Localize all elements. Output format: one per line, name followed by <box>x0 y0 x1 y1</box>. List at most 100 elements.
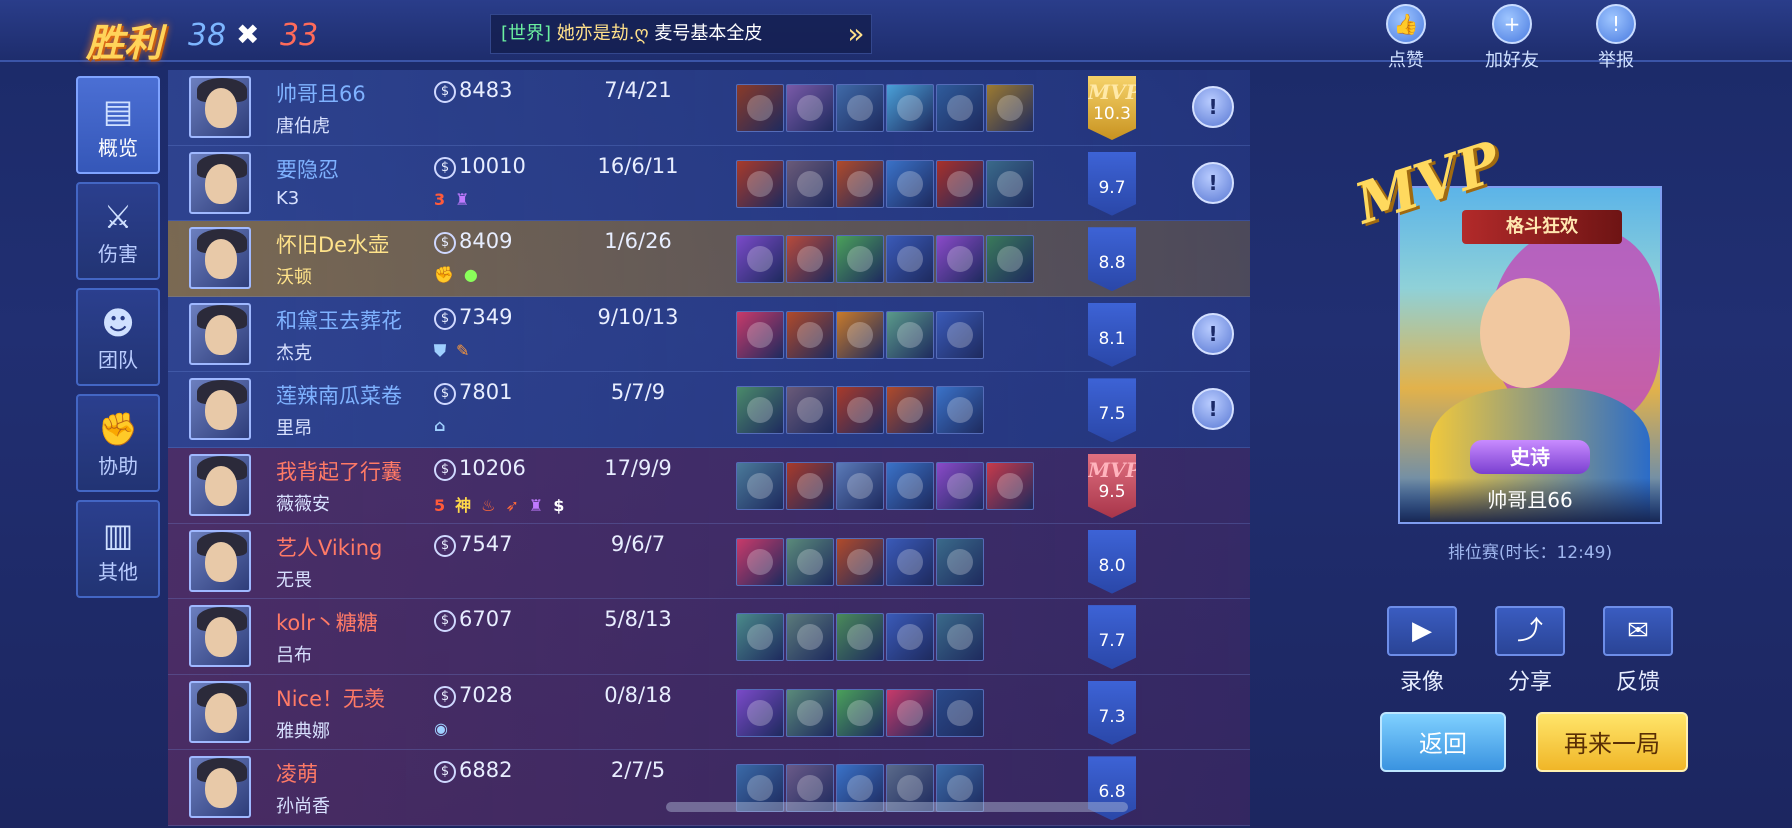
equipment-icon[interactable] <box>736 613 784 662</box>
player-row[interactable]: 要隐忍 K3 $10010 16/6/11 3 ♜ 9.7! <box>168 145 1250 222</box>
hero-avatar[interactable] <box>189 453 251 516</box>
hero-avatar[interactable] <box>189 378 251 441</box>
equipment-icon[interactable] <box>886 461 934 510</box>
like-button[interactable]: 👍 点赞 <box>1366 4 1446 72</box>
kda: 16/6/11 <box>597 153 679 178</box>
equipment-icon[interactable] <box>986 461 1034 510</box>
equipment-icon[interactable] <box>736 235 784 284</box>
equipment-icon[interactable] <box>836 159 884 208</box>
hero-avatar[interactable] <box>189 680 251 743</box>
chevron-right-icon[interactable]: » <box>840 14 872 54</box>
player-row[interactable]: 莲辣南瓜菜卷 里昂 $7801 5/7/9 ⌂ 7.5! <box>168 372 1250 448</box>
hero-avatar[interactable] <box>189 529 251 592</box>
gold-value: 10206 <box>459 455 526 480</box>
rating-badge: MVP 9.5 <box>1088 453 1136 518</box>
tab-team[interactable]: ☻ 团队 <box>76 288 160 386</box>
equipment-icon[interactable] <box>736 84 784 132</box>
equipment-icon[interactable] <box>936 386 984 435</box>
equipment-icon[interactable] <box>986 84 1034 132</box>
player-row[interactable]: 帅哥且66 唐伯虎 $8483 7/4/21 MVP 10.3! <box>168 70 1250 146</box>
hero-avatar[interactable] <box>189 756 251 819</box>
equipment-icon[interactable] <box>886 235 934 284</box>
share-button[interactable]: ⤴ 分享 <box>1494 606 1566 696</box>
equipment-icon[interactable] <box>936 537 984 586</box>
hero-avatar[interactable] <box>189 151 251 214</box>
equipment-icon[interactable] <box>936 235 984 284</box>
kda: 5/7/9 <box>610 380 666 405</box>
equipment-icon[interactable] <box>836 688 884 737</box>
hero-avatar[interactable] <box>189 227 251 290</box>
player-row[interactable]: 和黛玉去葬花 杰克 $7349 9/10/13 ⛊ ✎ 8.1! <box>168 296 1250 373</box>
equipment-icon[interactable] <box>886 159 934 208</box>
equipment-icon[interactable] <box>886 84 934 132</box>
player-row[interactable]: 艺人Viking 无畏 $7547 9/6/7 8.0 <box>168 523 1250 600</box>
equipment-icon[interactable] <box>836 84 884 132</box>
equipment-icon[interactable] <box>836 310 884 359</box>
equipment-icon[interactable] <box>936 310 984 359</box>
equipment-icon[interactable] <box>786 613 834 662</box>
warning-icon[interactable]: ! <box>1192 161 1234 204</box>
warning-icon[interactable]: ! <box>1192 388 1234 431</box>
tab-damage[interactable]: ⚔ 伤害 <box>76 182 160 280</box>
crossed-swords-icon: ✖ <box>236 18 260 51</box>
warning-icon[interactable]: ! <box>1192 86 1234 128</box>
feedback-button[interactable]: ✉ 反馈 <box>1602 606 1674 696</box>
equipment-icon[interactable] <box>736 537 784 586</box>
equipment-icon[interactable] <box>786 386 834 435</box>
equipment-icon[interactable] <box>736 688 784 737</box>
tab-assist[interactable]: ✊ 协助 <box>76 394 160 492</box>
gold-amount: $6882 <box>434 758 512 784</box>
mvp-hero-card[interactable]: 格斗狂欢 史诗 帅哥且66 <box>1398 186 1662 524</box>
player-name: 要隐忍 <box>276 157 339 182</box>
equipment-icon[interactable] <box>786 235 834 284</box>
equipment-icon[interactable] <box>836 537 884 586</box>
equipment-list <box>736 310 984 359</box>
equipment-icon[interactable] <box>936 461 984 510</box>
equipment-icon[interactable] <box>986 159 1034 208</box>
equipment-icon[interactable] <box>986 235 1034 284</box>
equipment-icon[interactable] <box>786 688 834 737</box>
equipment-icon[interactable] <box>836 235 884 284</box>
equipment-icon[interactable] <box>736 159 784 208</box>
hero-avatar[interactable] <box>189 76 251 138</box>
equipment-icon[interactable] <box>836 461 884 510</box>
player-row[interactable]: 我背起了行囊 薇薇安 $10206 17/9/9 5 神 ♨ ➶ ♜ $ MVP 9.5 <box>168 447 1250 524</box>
equipment-icon[interactable] <box>836 613 884 662</box>
equipment-icon[interactable] <box>886 386 934 435</box>
equipment-icon[interactable] <box>786 159 834 208</box>
equipment-icon[interactable] <box>936 688 984 737</box>
equipment-icon[interactable] <box>886 310 934 359</box>
hero-avatar[interactable] <box>189 605 251 668</box>
player-row[interactable]: 怀旧De水壶 沃顿 $8409 1/6/26 ✊ ● 8.8 <box>168 221 1250 297</box>
play-again-button[interactable]: 再来一局 <box>1536 712 1688 772</box>
share-label: 分享 <box>1507 670 1552 695</box>
add-friend-button[interactable]: + 加好友 <box>1472 4 1552 72</box>
player-row[interactable]: 凌萌 孙尚香 $6882 2/7/5 6.8 <box>168 750 1250 826</box>
equipment-icon[interactable] <box>886 688 934 737</box>
hero-avatar[interactable] <box>189 302 251 365</box>
replay-button[interactable]: ▶ 录像 <box>1386 606 1458 696</box>
equipment-icon[interactable] <box>886 537 934 586</box>
equipment-icon[interactable] <box>936 159 984 208</box>
warning-icon[interactable]: ! <box>1192 312 1234 355</box>
equipment-icon[interactable] <box>736 386 784 435</box>
gold-amount: $7028 <box>434 683 512 708</box>
equipment-icon[interactable] <box>836 386 884 435</box>
equipment-icon[interactable] <box>886 613 934 662</box>
scrollbar[interactable] <box>666 802 1128 812</box>
equipment-icon[interactable] <box>736 461 784 510</box>
equipment-icon[interactable] <box>786 537 834 586</box>
equipment-icon[interactable] <box>786 84 834 132</box>
player-row[interactable]: kolr丶糖糖 吕布 $6707 5/8/13 7.7 <box>168 599 1250 675</box>
equipment-icon[interactable] <box>736 310 784 359</box>
equipment-icon[interactable] <box>786 461 834 510</box>
player-row[interactable]: Nice！无羡 雅典娜 $7028 0/8/18 ◉ 7.3 <box>168 674 1250 751</box>
equipment-icon[interactable] <box>936 613 984 662</box>
back-button[interactable]: 返回 <box>1380 712 1506 772</box>
tab-overview[interactable]: ▤ 概览 <box>76 76 160 174</box>
world-broadcast[interactable]: [世界] 她亦是劫.ღ 麦号基本全皮 <box>490 14 872 54</box>
equipment-icon[interactable] <box>786 310 834 359</box>
report-button[interactable]: ! 举报 <box>1576 4 1656 72</box>
tab-other[interactable]: ▥ 其他 <box>76 500 160 598</box>
equipment-icon[interactable] <box>936 84 984 132</box>
